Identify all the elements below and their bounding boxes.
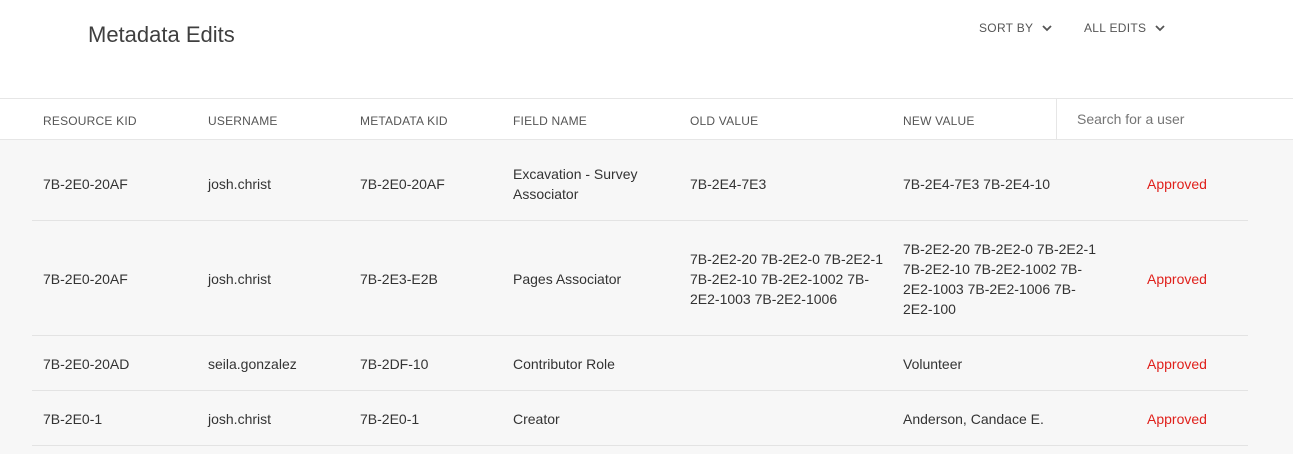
column-header-metadata-kid[interactable]: METADATA KID: [360, 114, 448, 128]
user-search-box: [1056, 99, 1293, 139]
column-header-resource-kid[interactable]: RESOURCE KID: [43, 114, 137, 128]
chevron-down-icon: [1041, 22, 1053, 34]
new-value-cell: 7B-2E4-7E3 7B-2E4-10: [903, 176, 1051, 192]
status-badge: Approved: [1147, 176, 1207, 192]
sort-by-label: SORT BY: [979, 21, 1034, 35]
status-badge: Approved: [1147, 356, 1207, 372]
column-header-field-name[interactable]: FIELD NAME: [513, 114, 587, 128]
metadata-kid-cell: 7B-2DF-10: [360, 356, 429, 372]
field-name-cell: Excavation - Survey Associator: [513, 166, 638, 202]
field-name-cell: Contributor Role: [513, 356, 615, 372]
status-badge: Approved: [1147, 271, 1207, 287]
table-row[interactable]: 7B-2E0-20AD seila.gonzalez 7B-2DF-10 Con…: [32, 336, 1248, 391]
username-cell: josh.christ: [208, 411, 272, 427]
edits-table-body: 7B-2E0-20AF josh.christ 7B-2E0-20AF Exca…: [0, 140, 1293, 454]
username-cell: josh.christ: [208, 176, 272, 192]
metadata-edits-page: Metadata Edits SORT BY ALL EDITS RESOURC…: [0, 0, 1293, 454]
resource-kid-cell: 7B-2E0-20AF: [43, 176, 128, 192]
new-value-cell: Anderson, Candace E.: [903, 411, 1044, 427]
page-title: Metadata Edits: [88, 22, 235, 47]
column-header-old-value[interactable]: OLD VALUE: [690, 114, 758, 128]
table-row[interactable]: 7B-2E0-20AF josh.christ 7B-2E3-E2B Pages…: [32, 221, 1248, 336]
page-header: Metadata Edits SORT BY ALL EDITS: [0, 0, 1293, 98]
resource-kid-cell: 7B-2E0-20AD: [43, 356, 130, 372]
search-input[interactable]: [1057, 99, 1293, 139]
field-name-cell: Pages Associator: [513, 271, 622, 287]
resource-kid-cell: 7B-2E0-1: [43, 411, 103, 427]
status-badge: Approved: [1147, 411, 1207, 427]
new-value-cell: Volunteer: [903, 356, 963, 372]
all-edits-dropdown[interactable]: ALL EDITS: [1084, 21, 1166, 35]
username-cell: josh.christ: [208, 271, 272, 287]
field-name-cell: Creator: [513, 411, 560, 427]
column-header-username[interactable]: USERNAME: [208, 114, 278, 128]
chevron-down-icon: [1154, 22, 1166, 34]
table-row[interactable]: 7B-2E0-1 josh.christ 7B-2E0-1 Creator An…: [32, 391, 1248, 446]
new-value-cell: 7B-2E2-20 7B-2E2-0 7B-2E2-1 7B-2E2-10 7B…: [903, 241, 1096, 317]
old-value-cell: 7B-2E2-20 7B-2E2-0 7B-2E2-1 7B-2E2-10 7B…: [690, 251, 883, 307]
table-header: RESOURCE KID USERNAME METADATA KID FIELD…: [0, 98, 1293, 140]
table-row[interactable]: 7B-2E0-20AF josh.christ 7B-2E0-20AF Exca…: [32, 140, 1248, 221]
old-value-cell: 7B-2E4-7E3: [690, 176, 767, 192]
metadata-kid-cell: 7B-2E0-1: [360, 411, 420, 427]
username-cell: seila.gonzalez: [208, 356, 297, 372]
metadata-kid-cell: 7B-2E3-E2B: [360, 271, 438, 287]
resource-kid-cell: 7B-2E0-20AF: [43, 271, 128, 287]
column-header-new-value[interactable]: NEW VALUE: [903, 114, 975, 128]
all-edits-label: ALL EDITS: [1084, 21, 1147, 35]
metadata-kid-cell: 7B-2E0-20AF: [360, 176, 445, 192]
sort-by-dropdown[interactable]: SORT BY: [979, 21, 1053, 35]
